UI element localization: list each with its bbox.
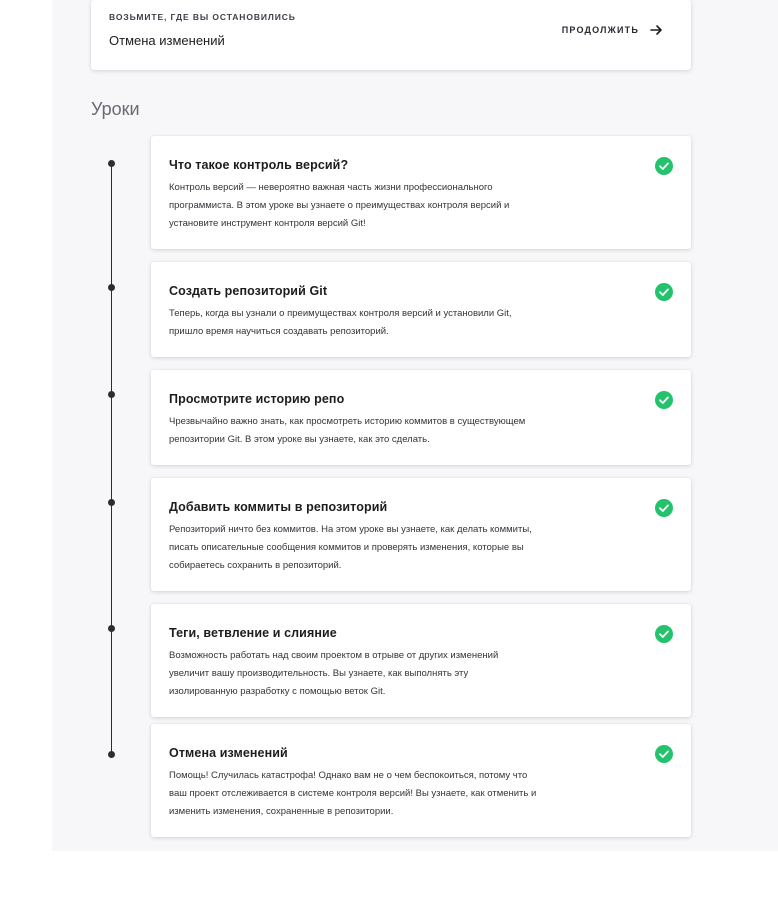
check-circle-icon — [655, 283, 673, 301]
resume-card: ВОЗЬМИТЕ, ГДЕ ВЫ ОСТАНОВИЛИСЬ Отмена изм… — [91, 0, 691, 70]
resume-kicker: ВОЗЬМИТЕ, ГДЕ ВЫ ОСТАНОВИЛИСЬ — [109, 12, 296, 22]
lesson-card[interactable]: Просмотрите историю репо Чрезвычайно важ… — [151, 370, 691, 465]
resume-lesson-title: Отмена изменений — [109, 33, 225, 48]
continue-button[interactable]: ПРОДОЛЖИТЬ — [562, 23, 663, 37]
continue-button-label: ПРОДОЛЖИТЬ — [561, 25, 639, 35]
lesson-title: Просмотрите историю репо — [169, 392, 345, 406]
lesson-description: Контроль версий — невероятно важная част… — [169, 182, 510, 229]
check-circle-icon — [655, 157, 673, 175]
timeline-line — [111, 163, 112, 755]
lesson-description: Теперь, когда вы узнали о преимуществах … — [169, 308, 512, 337]
timeline-dot — [108, 499, 115, 506]
check-circle-icon — [655, 625, 673, 643]
lesson-description: Чрезвычайно важно знать, как просмотреть… — [169, 416, 526, 445]
lesson-card[interactable]: Отмена изменений Помощь! Случилась катас… — [151, 724, 691, 837]
check-circle-icon — [655, 745, 673, 763]
timeline-dot — [108, 391, 115, 398]
lesson-title: Создать репозиторий Git — [169, 284, 328, 298]
check-circle-icon — [655, 499, 673, 517]
lesson-description: Возможность работать над своим проектом … — [169, 650, 499, 697]
timeline-dot — [108, 160, 115, 167]
check-circle-icon — [655, 391, 673, 409]
lesson-title: Добавить коммиты в репозиторий — [169, 500, 388, 514]
arrow-right-icon — [650, 25, 662, 35]
lesson-card[interactable]: Что такое контроль версий? Контроль верс… — [151, 136, 691, 249]
section-title: Уроки — [91, 99, 140, 119]
lesson-card[interactable]: Создать репозиторий Git Теперь, когда вы… — [151, 262, 691, 357]
timeline-dot — [108, 751, 115, 758]
lesson-card[interactable]: Теги, ветвление и слияние Возможность ра… — [151, 604, 691, 717]
lesson-title: Отмена изменений — [169, 746, 288, 760]
timeline-dot — [108, 284, 115, 291]
lesson-title: Что такое контроль версий? — [169, 158, 349, 172]
lesson-card[interactable]: Добавить коммиты в репозиторий Репозитор… — [151, 478, 691, 591]
lesson-description: Репозиторий ничто без коммитов. На этом … — [169, 524, 532, 571]
lesson-description: Помощь! Случилась катастрофа! Однако вам… — [169, 770, 537, 817]
timeline-dot — [108, 625, 115, 632]
lesson-title: Теги, ветвление и слияние — [169, 626, 337, 640]
